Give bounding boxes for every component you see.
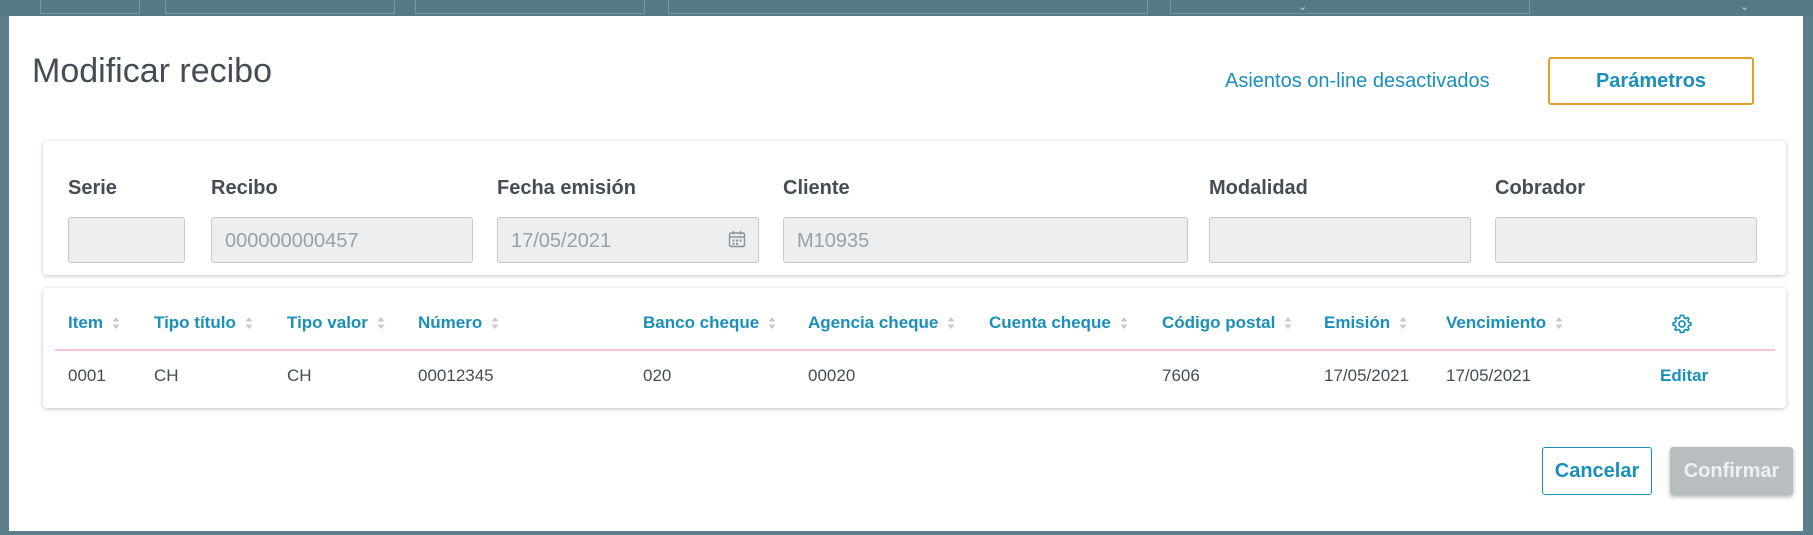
gear-icon[interactable]	[1671, 313, 1693, 335]
sort-icon	[1555, 316, 1565, 330]
column-header-codigo-postal[interactable]: Código postal	[1162, 313, 1294, 333]
cell-vencimiento: 17/05/2021	[1446, 366, 1532, 385]
online-entries-status-link[interactable]: Asientos on-line desactivados	[1225, 70, 1490, 93]
cancel-button[interactable]: Cancelar	[1542, 447, 1652, 495]
cell-emision: 17/05/2021	[1324, 366, 1410, 385]
serie-label: Serie	[68, 177, 117, 199]
parameters-button[interactable]: Parámetros	[1548, 57, 1754, 105]
cell-item: 0001	[68, 366, 106, 385]
receipt-header-form: Serie Recibo 000000000457 Fecha emisión …	[43, 141, 1786, 275]
cell-tipo-valor: CH	[287, 366, 312, 385]
cobrador-field[interactable]	[1495, 217, 1757, 263]
cell-agencia-cheque: 00020	[808, 366, 856, 385]
column-header-emision[interactable]: Emisión	[1324, 313, 1409, 333]
recibo-field[interactable]: 000000000457	[211, 217, 473, 263]
background-field	[165, 0, 395, 14]
chevron-down-icon: ⌄	[1740, 1, 1750, 13]
modalidad-label: Modalidad	[1209, 177, 1308, 199]
column-header-label: Agencia cheque	[808, 313, 939, 332]
dialog-title: Modificar recibo	[32, 52, 272, 90]
column-header-label: Tipo valor	[287, 313, 368, 332]
column-header-tipo-titulo[interactable]: Tipo título	[154, 313, 255, 333]
edit-link[interactable]: Editar	[1660, 366, 1708, 386]
confirm-button[interactable]: Confirmar	[1670, 447, 1793, 495]
background-field	[668, 0, 1148, 14]
background-page: ⌄ ⌄	[0, 0, 1813, 16]
sort-icon	[1120, 316, 1130, 330]
column-header-numero[interactable]: Número	[418, 313, 501, 333]
column-header-label: Número	[418, 313, 483, 332]
column-header-label: Cuenta cheque	[989, 313, 1111, 332]
fecha-emision-field[interactable]: 17/05/2021	[497, 217, 759, 263]
serie-field[interactable]	[68, 217, 185, 263]
sort-icon	[112, 316, 122, 330]
cell-tipo-titulo: CH	[154, 366, 179, 385]
column-header-tipo-valor[interactable]: Tipo valor	[287, 313, 387, 333]
column-header-label: Código postal	[1162, 313, 1276, 332]
recibo-label: Recibo	[211, 177, 278, 199]
column-header-vencimiento[interactable]: Vencimiento	[1446, 313, 1565, 333]
sort-icon	[1284, 316, 1294, 330]
sort-icon	[245, 316, 255, 330]
column-header-label: Banco cheque	[643, 313, 760, 332]
column-header-label: Tipo título	[154, 313, 236, 332]
sort-icon	[947, 316, 957, 330]
modalidad-field[interactable]	[1209, 217, 1471, 263]
sort-icon	[491, 316, 501, 330]
cell-numero: 00012345	[418, 366, 494, 385]
values-table: Item Tipo título Tipo valor Número Banco…	[43, 288, 1786, 408]
cliente-label: Cliente	[783, 177, 850, 199]
fecha-emision-label: Fecha emisión	[497, 177, 636, 199]
modify-receipt-dialog: Modificar recibo Asientos on-line desact…	[9, 16, 1803, 531]
cobrador-label: Cobrador	[1495, 177, 1585, 199]
cliente-field[interactable]: M10935	[783, 217, 1188, 263]
sort-icon	[768, 316, 778, 330]
cell-banco-cheque: 020	[643, 366, 672, 385]
header-divider	[55, 349, 1775, 351]
cell-codigo-postal: 7606	[1162, 366, 1200, 385]
background-field	[40, 0, 140, 14]
column-header-label: Vencimiento	[1446, 313, 1547, 332]
fecha-emision-value: 17/05/2021	[511, 230, 612, 252]
column-header-label: Emisión	[1324, 313, 1391, 332]
column-header-cuenta-cheque[interactable]: Cuenta cheque	[989, 313, 1130, 333]
calendar-icon[interactable]	[728, 230, 746, 248]
sort-icon	[1399, 316, 1409, 330]
background-field	[1170, 0, 1530, 14]
sort-icon	[377, 316, 387, 330]
column-header-item[interactable]: Item	[68, 313, 122, 333]
column-header-label: Item	[68, 313, 103, 332]
column-header-agencia-cheque[interactable]: Agencia cheque	[808, 313, 957, 333]
column-header-banco-cheque[interactable]: Banco cheque	[643, 313, 778, 333]
background-field	[415, 0, 645, 14]
